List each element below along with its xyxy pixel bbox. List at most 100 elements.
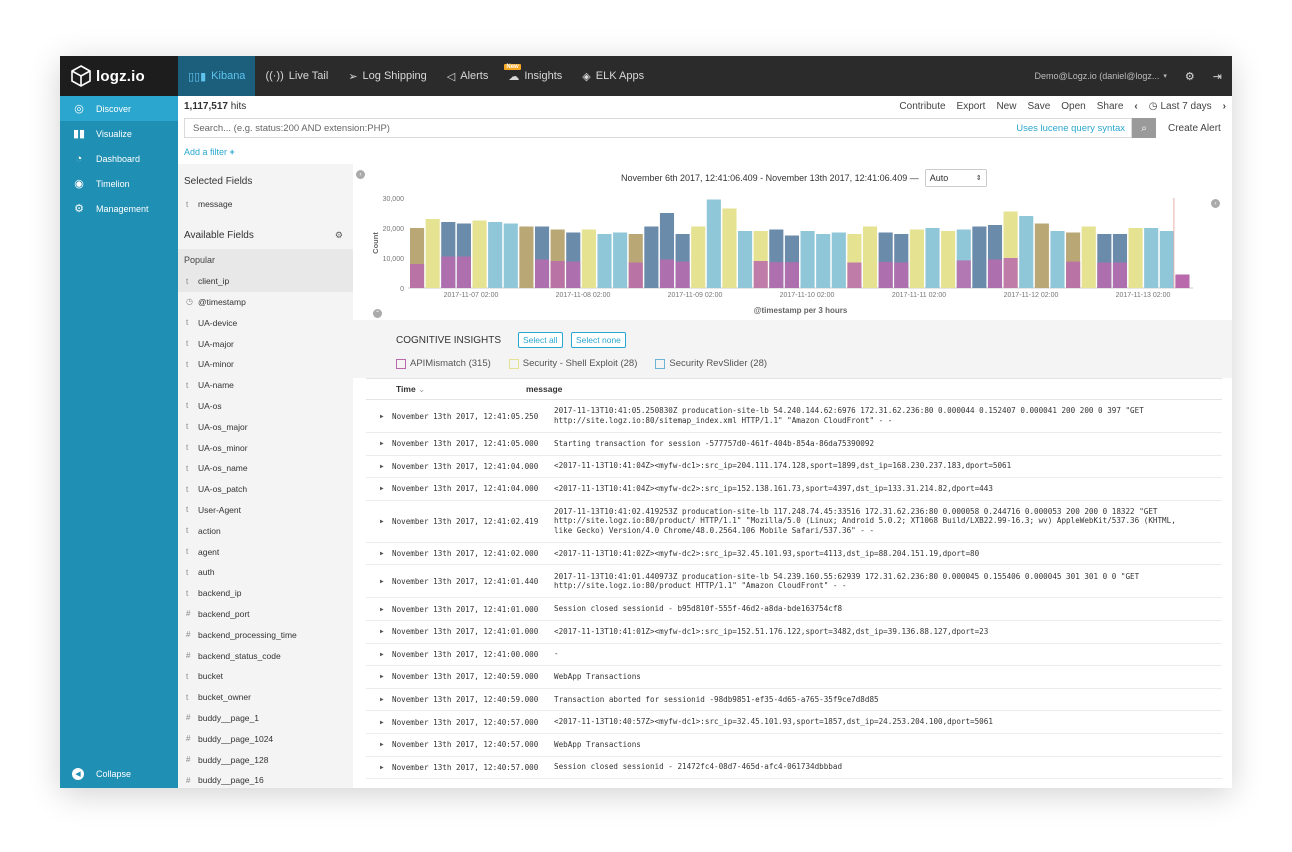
field-item[interactable]: t UA-os_name	[178, 458, 353, 479]
expand-row-icon[interactable]: ▶	[366, 543, 392, 565]
collapse-button[interactable]: ◀ Collapse	[60, 760, 178, 788]
expand-row-icon[interactable]: ▶	[366, 400, 392, 432]
expand-row-icon[interactable]: ▶	[366, 598, 392, 620]
field-item[interactable]: # buddy__page_1024	[178, 728, 353, 749]
field-item[interactable]: t client_ip	[178, 270, 353, 292]
nav-alerts[interactable]: ◁ Alerts	[437, 56, 499, 96]
histogram-chart[interactable]: 30,000 20,000 10,000 0 Count 2017-11-07 02:00…	[353, 190, 1232, 318]
sidebar-item-dashboard[interactable]: ◔ Dashboard	[60, 146, 178, 171]
field-item[interactable]: t bucket_owner	[178, 687, 353, 708]
table-row[interactable]: ▶ November 13th 2017, 12:40:57.000 Session…	[366, 757, 1222, 780]
field-item[interactable]: t UA-os_minor	[178, 437, 353, 458]
logo[interactable]: logz.io	[60, 56, 178, 96]
sidebar-item-timelion[interactable]: ◉ Timelion	[60, 171, 178, 196]
add-filter-link[interactable]: Add a filter +	[184, 147, 235, 157]
legend-item[interactable]: Security RevSlider (28)	[655, 358, 767, 369]
nav-kibana[interactable]: ▯▯▮ Kibana	[178, 56, 256, 96]
expand-row-icon[interactable]: ▶	[366, 501, 392, 542]
table-row[interactable]: ▶ November 13th 2017, 12:41:04.000 <2017-1…	[366, 478, 1222, 501]
field-item[interactable]: # buddy__page_128	[178, 749, 353, 770]
field-item[interactable]: t UA-os_patch	[178, 479, 353, 500]
field-item[interactable]: t auth	[178, 562, 353, 583]
field-item[interactable]: # backend_port	[178, 604, 353, 625]
field-item[interactable]: t action	[178, 520, 353, 541]
field-item[interactable]: t User-Agent	[178, 500, 353, 521]
table-row[interactable]: ▶ November 13th 2017, 12:41:04.000 <2017-1…	[366, 456, 1222, 479]
field-item[interactable]: t agent	[178, 541, 353, 562]
table-row[interactable]: ▶ November 13th 2017, 12:41:01.000 Session…	[366, 598, 1222, 621]
legend-item[interactable]: Security - Shell Exploit (28)	[508, 358, 637, 369]
table-row[interactable]: ▶ November 13th 2017, 12:41:01.000 <2017-1…	[366, 621, 1222, 644]
contribute-button[interactable]: Contribute	[899, 101, 945, 112]
table-row[interactable]: ▶ November 13th 2017, 12:41:02.419 2017-11…	[366, 501, 1222, 543]
prev-range-icon[interactable]: ‹	[1134, 101, 1137, 112]
field-item[interactable]: t UA-os	[178, 396, 353, 417]
field-item[interactable]: t UA-minor	[178, 354, 353, 375]
legend-checkbox[interactable]	[396, 358, 406, 369]
create-alert-button[interactable]: Create Alert	[1168, 118, 1221, 138]
table-row[interactable]: ▶ November 13th 2017, 12:41:00.000 -	[366, 644, 1222, 667]
field-item[interactable]: ◷ @timestamp	[178, 292, 353, 313]
new-button[interactable]: New	[996, 101, 1016, 112]
table-row[interactable]: ▶ November 13th 2017, 12:41:05.000 Startin…	[366, 433, 1222, 456]
field-item[interactable]: t bucket	[178, 666, 353, 687]
sidebar-item-discover[interactable]: ◎ Discover	[60, 96, 178, 121]
gear-icon[interactable]: ⚙	[335, 230, 343, 241]
table-row[interactable]: ▶ November 13th 2017, 12:40:59.000 WebApp …	[366, 666, 1222, 689]
field-item[interactable]: t message	[178, 194, 353, 215]
expand-row-icon[interactable]: ▶	[366, 711, 392, 733]
sidebar-item-management[interactable]: ⚙ Management	[60, 196, 178, 221]
nav-elk-apps[interactable]: ◈ ELK Apps	[572, 56, 654, 96]
field-item[interactable]: # buddy__page_1	[178, 708, 353, 729]
search-button[interactable]: ⌕	[1132, 118, 1156, 138]
table-row[interactable]: ▶ November 13th 2017, 12:40:57.000 WebApp …	[366, 734, 1222, 757]
collapse-sidebar-icon[interactable]: ‹	[356, 170, 365, 179]
select-all-button[interactable]: Select all	[518, 332, 563, 348]
nav-log-shipping[interactable]: ➢ Log Shipping	[338, 56, 436, 96]
legend-item[interactable]: APIMismatch (315)	[396, 358, 491, 369]
next-range-icon[interactable]: ›	[1223, 101, 1226, 112]
expand-row-icon[interactable]: ▶	[366, 478, 392, 500]
open-button[interactable]: Open	[1061, 101, 1085, 112]
nav-insights[interactable]: New ☁ Insights	[498, 56, 572, 96]
interval-select[interactable]: Auto ⇕	[924, 169, 987, 187]
table-row[interactable]: ▶ November 13th 2017, 12:41:05.250 2017-11…	[366, 400, 1222, 433]
user-menu[interactable]: Demo@Logz.io (daniel@logz...	[1035, 71, 1160, 81]
expand-row-icon[interactable]: ▶	[366, 433, 392, 455]
gear-icon[interactable]: ⚙	[1185, 70, 1195, 83]
expand-row-icon[interactable]: ▶	[366, 621, 392, 643]
table-row[interactable]: ▶ November 13th 2017, 12:40:59.000 Transac…	[366, 689, 1222, 712]
lucene-syntax-link[interactable]: Uses lucene query syntax	[1016, 123, 1125, 134]
field-item[interactable]: t UA-name	[178, 375, 353, 396]
table-row[interactable]: ▶ November 13th 2017, 12:41:01.440 2017-11…	[366, 565, 1222, 599]
chevron-down-icon[interactable]: ▾	[1163, 72, 1167, 80]
time-picker[interactable]: ◷ Last 7 days	[1149, 101, 1212, 112]
legend-checkbox[interactable]	[655, 358, 666, 369]
field-item[interactable]: t UA-os_major	[178, 416, 353, 437]
export-button[interactable]: Export	[957, 101, 986, 112]
histogram-right-icon[interactable]: ‹	[1211, 199, 1220, 208]
search-input[interactable]: Search... (e.g. status:200 AND extension…	[184, 118, 1132, 138]
save-button[interactable]: Save	[1027, 101, 1050, 112]
expand-row-icon[interactable]: ▶	[366, 666, 392, 688]
toggle-chart-icon[interactable]: ⌃	[373, 309, 382, 318]
field-item[interactable]: # buddy__page_16	[178, 770, 353, 788]
field-item[interactable]: t UA-major	[178, 333, 353, 354]
field-item[interactable]: t UA-device	[178, 312, 353, 333]
table-row[interactable]: ▶ November 13th 2017, 12:41:02.000 <2017-1…	[366, 543, 1222, 566]
select-none-button[interactable]: Select none	[571, 332, 626, 348]
logout-icon[interactable]: ⇥	[1213, 70, 1222, 83]
legend-checkbox[interactable]	[508, 358, 519, 369]
expand-row-icon[interactable]: ▶	[366, 565, 392, 597]
sort-icon[interactable]: ⌄	[418, 384, 425, 394]
expand-row-icon[interactable]: ▶	[366, 757, 392, 779]
field-item[interactable]: t backend_ip	[178, 583, 353, 604]
time-column-header[interactable]: Time ⌄	[366, 384, 526, 395]
nav-live-tail[interactable]: ((·)) Live Tail	[255, 56, 338, 96]
expand-row-icon[interactable]: ▶	[366, 689, 392, 711]
expand-row-icon[interactable]: ▶	[366, 644, 392, 666]
field-item[interactable]: # backend_processing_time	[178, 624, 353, 645]
share-button[interactable]: Share	[1097, 101, 1124, 112]
expand-row-icon[interactable]: ▶	[366, 456, 392, 478]
expand-row-icon[interactable]: ▶	[366, 734, 392, 756]
